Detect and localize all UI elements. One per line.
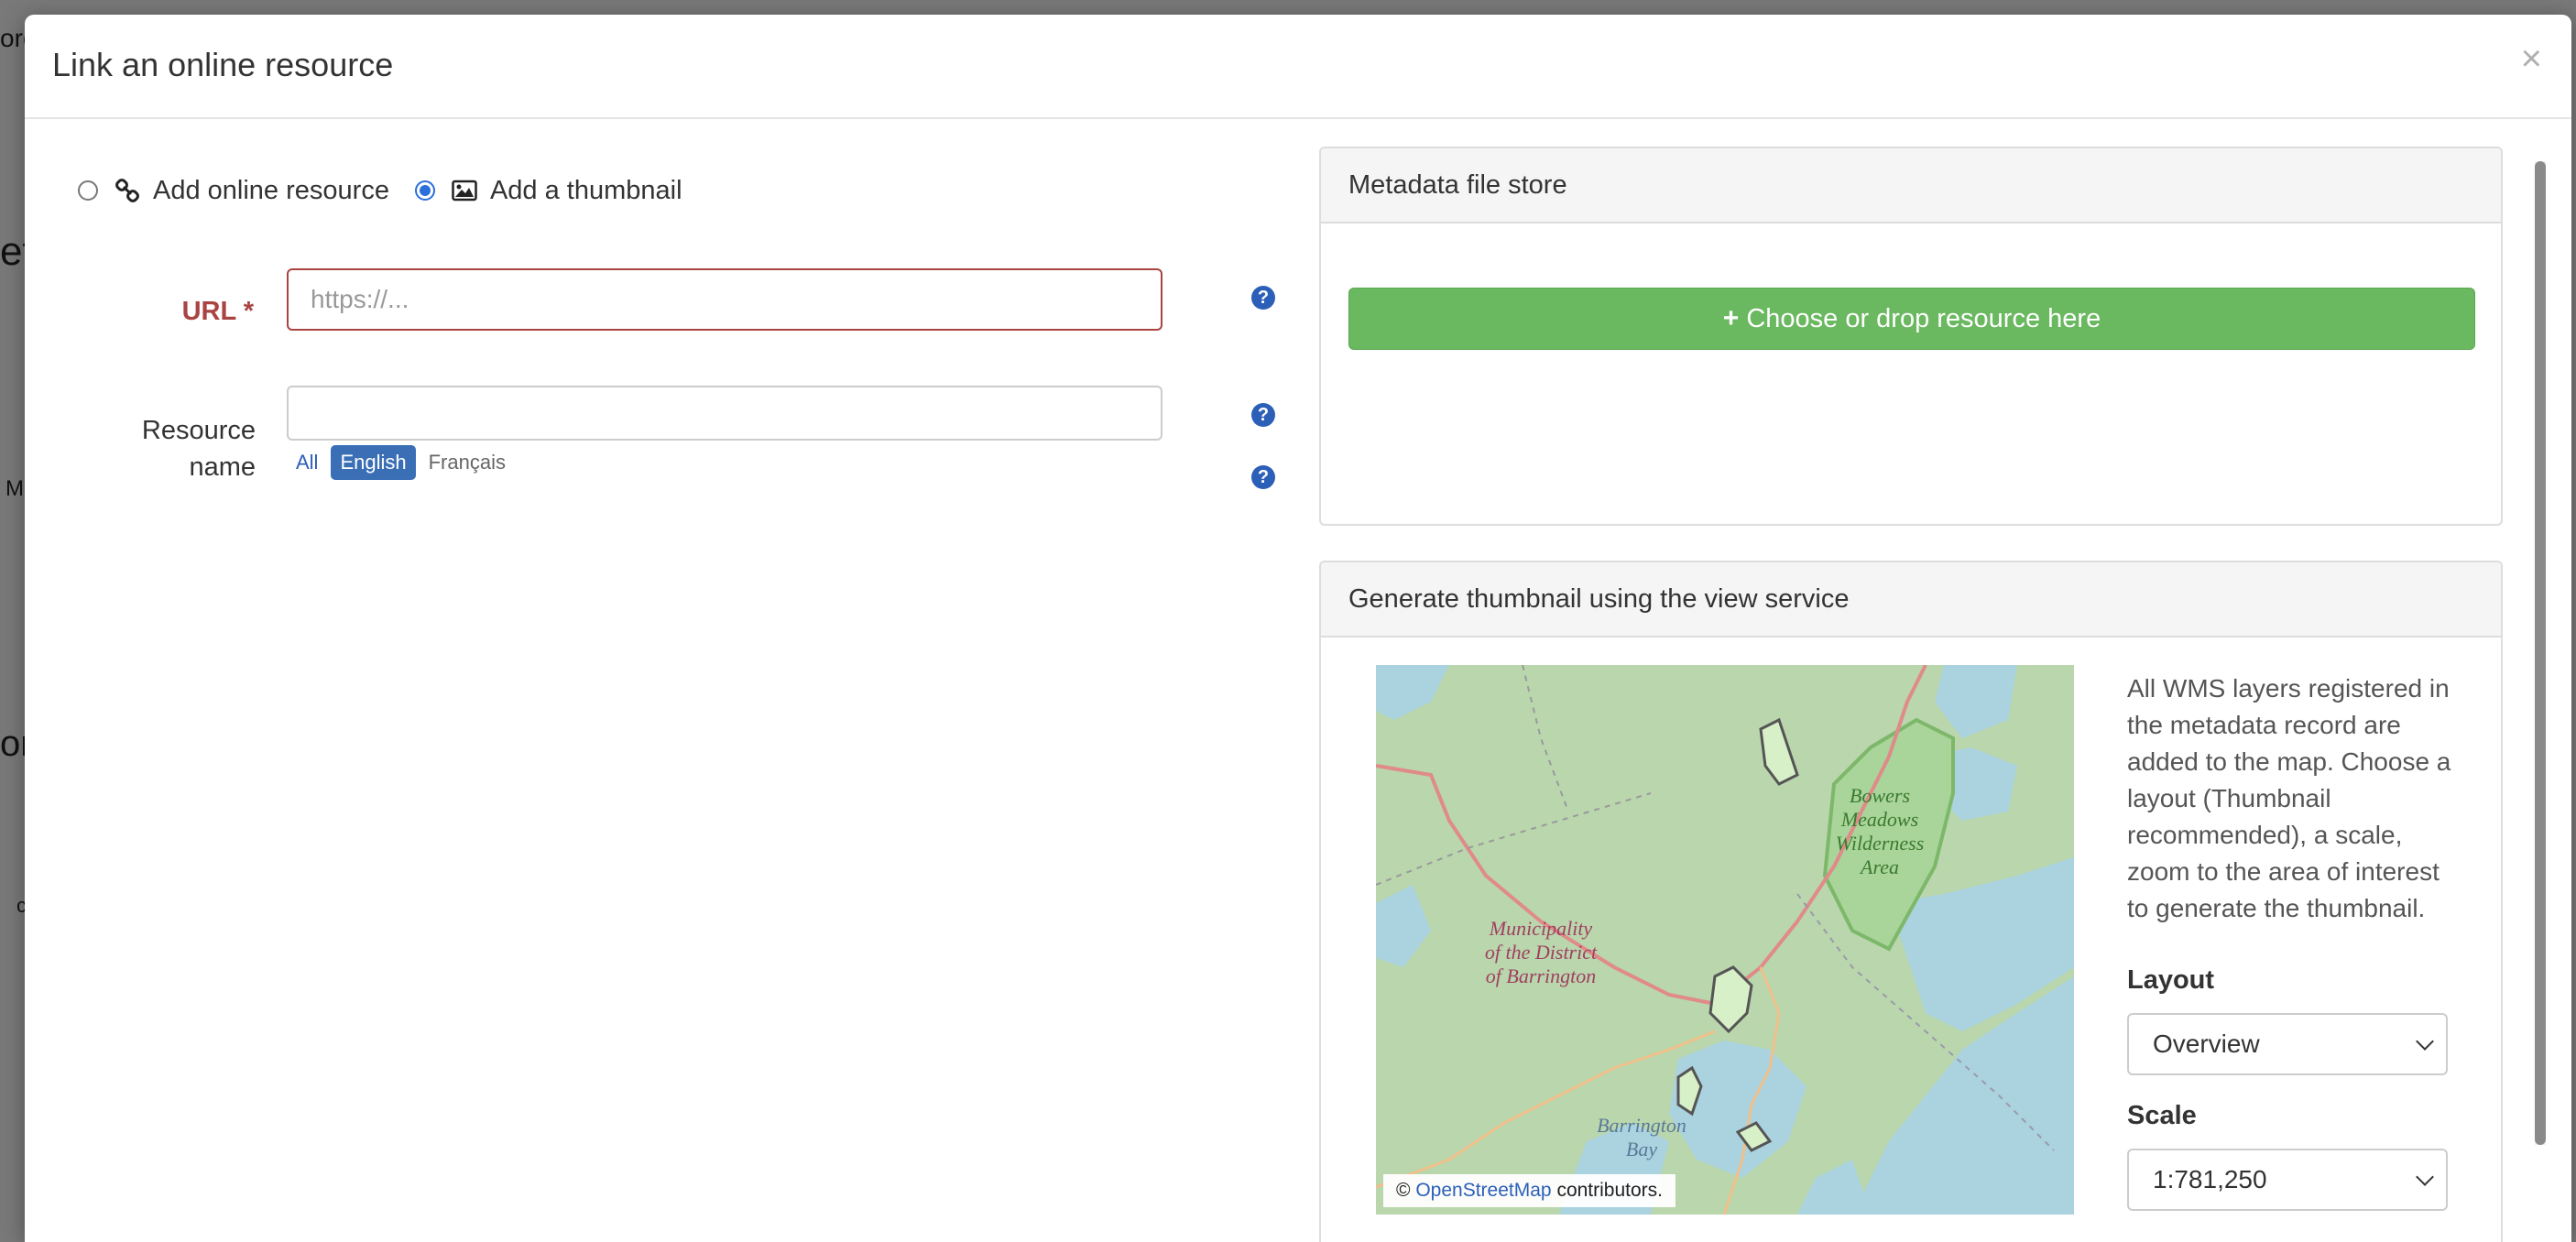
map-attribution: © OpenStreetMap contributors.: [1383, 1174, 1675, 1207]
map-label-bay-1: Barrington: [1597, 1114, 1686, 1137]
resource-name-label-line1: Resource: [141, 416, 256, 445]
plus-icon: +: [1722, 303, 1740, 333]
attribution-prefix: ©: [1396, 1180, 1411, 1201]
attribution-suffix: contributors.: [1556, 1180, 1663, 1201]
generate-thumbnail-panel: Generate thumbnail using the view servic…: [1319, 561, 2503, 1242]
link-resource-modal: Link an online resource × Add online res…: [25, 15, 2571, 1242]
url-label: URL *: [181, 297, 254, 326]
map-view[interactable]: Municipality of the District of Barringt…: [1376, 665, 2074, 1215]
thumbnail-description: All WMS layers registered in the metadat…: [2127, 674, 2451, 922]
openstreetmap-link[interactable]: OpenStreetMap: [1415, 1180, 1551, 1201]
resource-type-selector: Add online resource Add a thumbnail: [78, 172, 708, 209]
resource-name-input[interactable]: [287, 386, 1162, 441]
chevron-down-icon: [2416, 1032, 2434, 1051]
map-label-bay-2: Bay: [1626, 1138, 1657, 1160]
resource-name-label: Resource name: [116, 412, 256, 485]
thumbnail-heading: Generate thumbnail using the view servic…: [1321, 562, 2501, 637]
scrollbar-thumb[interactable]: [2535, 161, 2546, 1145]
close-icon[interactable]: ×: [2521, 40, 2542, 77]
language-switcher: All English Français: [287, 445, 518, 480]
layout-label: Layout: [2127, 965, 2215, 995]
resource-name-label-line2: name: [189, 452, 256, 482]
language-help-icon[interactable]: ?: [1251, 465, 1275, 489]
map-label-municipality-2: of the District: [1485, 941, 1598, 964]
radio-add-online-resource[interactable]: [78, 180, 98, 201]
layout-select[interactable]: Overview: [2127, 1013, 2448, 1075]
image-icon: [452, 178, 477, 203]
radio-label-add-thumbnail[interactable]: Add a thumbnail: [490, 176, 682, 206]
choose-resource-button[interactable]: + Choose or drop resource here: [1348, 288, 2475, 350]
choose-resource-label: Choose or drop resource here: [1746, 303, 2101, 333]
map-label-wilderness-2: Meadows: [1840, 808, 1918, 831]
chevron-down-icon: [2416, 1168, 2434, 1186]
url-input[interactable]: [287, 268, 1162, 331]
language-tab-english[interactable]: English: [331, 445, 416, 480]
resource-name-help-icon[interactable]: ?: [1251, 403, 1275, 427]
language-tab-all[interactable]: All: [287, 445, 327, 480]
map-label-wilderness-1: Bowers: [1850, 784, 1910, 807]
map-label-municipality-1: Municipality: [1489, 917, 1593, 940]
scale-select[interactable]: 1:781,250: [2127, 1149, 2448, 1211]
map-canvas: Municipality of the District of Barringt…: [1376, 665, 2074, 1215]
map-label-municipality-3: of Barrington: [1486, 964, 1596, 987]
layout-select-value: Overview: [2153, 1030, 2260, 1058]
map-label-wilderness-4: Area: [1859, 855, 1899, 878]
link-icon: [115, 178, 140, 203]
file-store-heading: Metadata file store: [1321, 148, 2501, 223]
language-tab-francais[interactable]: Français: [420, 445, 515, 480]
modal-scrollbar[interactable]: [2535, 161, 2546, 1145]
radio-add-thumbnail[interactable]: [414, 180, 435, 201]
modal-title: Link an online resource: [52, 46, 394, 83]
map-label-wilderness-3: Wilderness: [1836, 832, 1925, 855]
scale-select-value: 1:781,250: [2153, 1165, 2267, 1193]
radio-label-add-online-resource[interactable]: Add online resource: [153, 176, 389, 206]
scale-label: Scale: [2127, 1101, 2197, 1130]
modal-header: Link an online resource ×: [25, 15, 2571, 119]
metadata-file-store-panel: Metadata file store + Choose or drop res…: [1319, 147, 2503, 526]
url-help-icon[interactable]: ?: [1251, 286, 1275, 310]
